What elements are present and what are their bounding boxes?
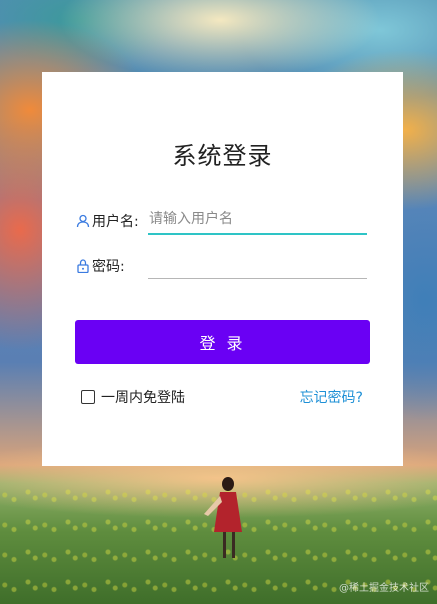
username-underline — [148, 233, 367, 235]
girl-figure — [204, 477, 242, 558]
password-label-text: 密码: — [92, 259, 125, 275]
forgot-password-link[interactable]: 忘记密码? — [300, 387, 363, 407]
page-title: 系统登录 — [172, 142, 273, 170]
remember-me[interactable]: 一周内免登陆 — [81, 387, 185, 407]
username-label: 用户名: — [76, 211, 139, 231]
username-label-text: 用户名: — [92, 214, 139, 230]
username-row: 用户名: — [76, 205, 367, 235]
remember-label: 一周内免登陆 — [101, 390, 185, 406]
password-underline — [148, 278, 367, 279]
password-label: 密码: — [76, 256, 125, 276]
user-icon — [76, 214, 90, 228]
remember-checkbox[interactable] — [81, 390, 95, 404]
watermark: @稀土掘金技术社区 — [339, 583, 429, 594]
login-card: 系统登录 用户名: 密码: 登 录 一周内免登陆 忘记密码? — [42, 72, 403, 466]
password-row: 密码: — [76, 250, 367, 280]
lock-icon — [77, 259, 89, 273]
password-input[interactable] — [148, 250, 367, 278]
username-input[interactable] — [148, 205, 367, 233]
login-button[interactable]: 登 录 — [75, 320, 370, 364]
